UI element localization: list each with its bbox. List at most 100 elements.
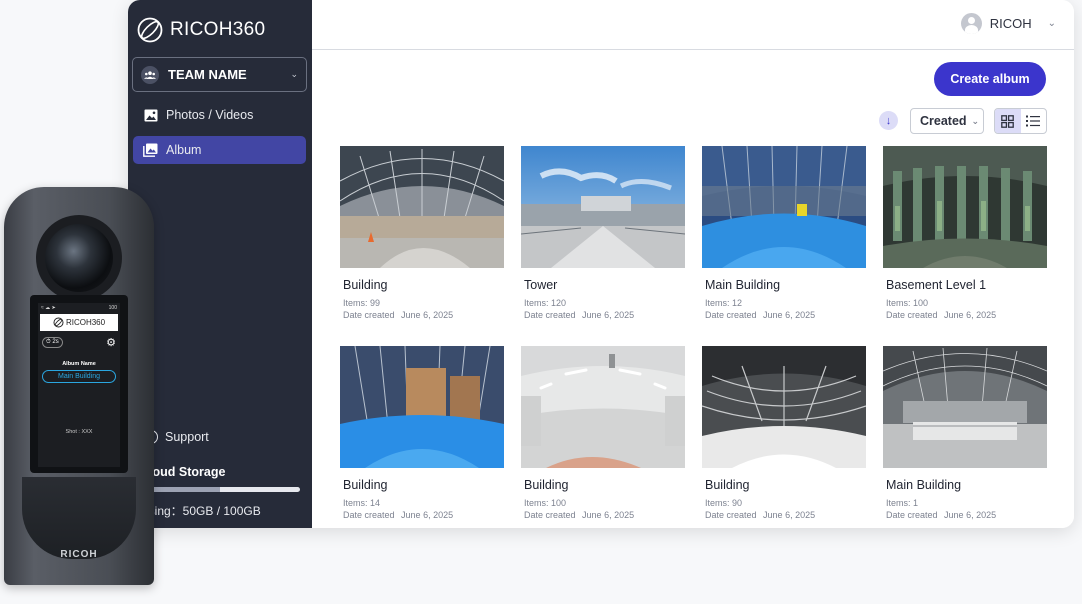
ricoh360-logo-icon [137,17,163,43]
album-title: Building [343,278,388,292]
date-value: June 6, 2025 [944,310,997,320]
camera-shot-count: Shot : XXX [65,429,93,435]
album-thumbnail [883,346,1047,468]
items-count: 100 [551,498,567,508]
camera-brand: RICOH [60,549,98,560]
album-card[interactable]: Building Items: 90 Date created June 6, … [702,346,866,521]
date-value: June 6, 2025 [582,310,635,320]
camera-lens [45,224,113,292]
sort-select-value: Created [920,114,967,128]
camera-logo-text: RICOH360 [65,318,106,327]
album-meta: Items: 120 Date created June 6, 2025 [524,297,685,321]
user-name: RICOH [989,16,1032,31]
album-title: Building [524,478,569,492]
logo[interactable]: RICOH360 [136,16,265,44]
album-card[interactable]: Main Building Items: 1 Date created June… [883,346,1047,521]
status-icons: ≈ ☁ ➤ [41,305,56,311]
items-count: 90 [732,498,743,508]
items-label: Items: [886,298,911,308]
image-icon [143,108,158,123]
camera-album-name[interactable]: Main Building [42,370,116,383]
album-meta: Items: 99 Date created June 6, 2025 [343,297,504,321]
album-thumbnail [883,146,1047,268]
camera-screen-frame: ≈ ☁ ➤ 100 RICOH360 ⏱ 2s ⚙ Album Name Mai… [30,295,128,473]
sidebar-item-album[interactable]: Album [133,136,306,164]
date-label: Date created [524,310,576,320]
support-label: Support [165,430,209,444]
sidebar: RICOH360 TEAM NAME ⌄ Photos / Videos Alb… [128,0,312,528]
date-label: Date created [705,510,757,520]
sidebar-item-label: Album [166,143,202,157]
items-count: 1 [913,498,919,508]
camera-controls: ⏱ 2s ⚙ [38,332,120,353]
date-value: June 6, 2025 [763,310,816,320]
items-label: Items: [886,498,911,508]
album-meta: Items: 100 Date created June 6, 2025 [886,297,1047,321]
album-card[interactable]: Main Building Items: 12 Date created Jun… [702,146,866,321]
album-meta: Items: 1 Date created June 6, 2025 [886,497,1047,521]
date-value: June 6, 2025 [582,510,635,520]
app-window: RICOH360 TEAM NAME ⌄ Photos / Videos Alb… [128,0,1074,528]
items-label: Items: [524,298,549,308]
items-count: 100 [913,298,929,308]
album-card[interactable]: Building Items: 14 Date created June 6, … [340,346,504,521]
grid-icon [1001,114,1015,128]
album-title: Building [705,478,750,492]
items-count: 120 [551,298,567,308]
main-content: RICOH ⌄ Create album ↓ Created ⌄ Buildin… [312,0,1074,528]
album-title: Main Building [705,278,781,292]
items-label: Items: [343,498,368,508]
camera-logo: RICOH360 [40,314,118,331]
sort-select[interactable]: Created ⌄ [910,108,984,134]
camera-status-bar: ≈ ☁ ➤ 100 [38,303,120,313]
date-value: June 6, 2025 [401,310,454,320]
items-count: 99 [370,298,381,308]
items-label: Items: [705,298,730,308]
ricoh360-logo-icon [53,317,64,328]
list-view-button[interactable] [1021,109,1047,133]
sort-direction-button[interactable]: ↓ [879,111,898,130]
create-album-button[interactable]: Create album [934,62,1046,96]
battery-indicator: 100 [108,305,117,311]
date-label: Date created [524,510,576,520]
date-value: June 6, 2025 [401,510,454,520]
date-label: Date created [343,310,395,320]
items-label: Items: [343,298,368,308]
team-icon [141,65,159,84]
album-card[interactable]: Tower Items: 120 Date created June 6, 20… [521,146,685,321]
chevron-down-icon: ⌄ [971,115,980,126]
album-title: Building [343,478,388,492]
date-value: June 6, 2025 [944,510,997,520]
album-meta: Items: 12 Date created June 6, 2025 [705,297,866,321]
storage-progress-bar [140,487,300,492]
album-card[interactable]: Building Items: 99 Date created June 6, … [340,146,504,321]
album-title: Main Building [886,478,962,492]
chevron-down-icon: ⌄ [290,69,298,79]
date-label: Date created [886,310,938,320]
self-timer[interactable]: ⏱ 2s [42,337,63,348]
sidebar-item-photos-videos[interactable]: Photos / Videos [133,101,306,129]
user-menu[interactable]: RICOH ⌄ [960,13,1056,34]
album-meta: Items: 14 Date created June 6, 2025 [343,497,504,521]
timer-value: 2s [52,339,59,345]
album-title: Tower [524,278,558,292]
album-meta: Items: 90 Date created June 6, 2025 [705,497,866,521]
date-value: June 6, 2025 [763,510,816,520]
team-selector[interactable]: TEAM NAME ⌄ [132,57,307,92]
gear-icon[interactable]: ⚙ [106,336,116,349]
items-label: Items: [524,498,549,508]
avatar [960,13,982,34]
grid-view-button[interactable] [995,109,1021,133]
date-label: Date created [343,510,395,520]
album-title: Basement Level 1 [886,278,987,292]
chevron-down-icon: ⌄ [1047,18,1056,29]
date-label: Date created [886,510,938,520]
logo-text: RICOH360 [170,19,266,40]
items-count: 14 [370,498,381,508]
camera-album-label: Album Name [62,361,96,367]
storage-usage-text: Using：50GB / 100GB [140,504,261,518]
album-card[interactable]: Basement Level 1 Items: 100 Date created… [883,146,1047,321]
items-label: Items: [705,498,730,508]
camera-bottom-panel [22,477,136,559]
album-card[interactable]: Building Items: 100 Date created June 6,… [521,346,685,521]
